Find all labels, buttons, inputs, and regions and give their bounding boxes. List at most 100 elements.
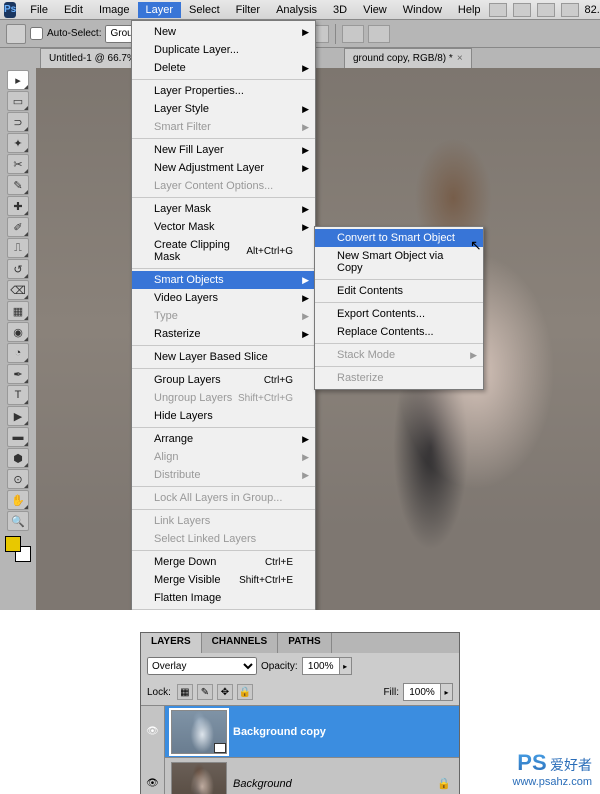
opt-icon[interactable] — [368, 25, 390, 43]
menu-item[interactable]: Layer Mask▶ — [132, 200, 315, 218]
menu-item[interactable]: Vector Mask▶ — [132, 218, 315, 236]
menu-item[interactable]: Layer Properties... — [132, 82, 315, 100]
menu-item[interactable]: Convert to Smart Object — [315, 229, 483, 247]
lock-label: Lock: — [147, 687, 171, 698]
menu-3d[interactable]: 3D — [325, 2, 355, 18]
menu-filter[interactable]: Filter — [228, 2, 268, 18]
path-select-tool[interactable]: ▶ — [7, 406, 29, 426]
menu-edit[interactable]: Edit — [56, 2, 91, 18]
launch-bridge-icon[interactable] — [489, 3, 507, 17]
blur-tool[interactable]: ◉ — [7, 322, 29, 342]
tab-layers[interactable]: LAYERS — [141, 633, 202, 653]
lock-position-icon[interactable]: ✥ — [217, 684, 233, 700]
menu-help[interactable]: Help — [450, 2, 489, 18]
menu-item[interactable]: New▶ — [132, 23, 315, 41]
eraser-tool[interactable]: ⌫ — [7, 280, 29, 300]
menu-select[interactable]: Select — [181, 2, 228, 18]
opacity-field[interactable]: ▸ — [302, 657, 352, 675]
menu-item[interactable]: Smart Objects▶ — [132, 271, 315, 289]
menu-file[interactable]: File — [22, 2, 56, 18]
chevron-right-icon[interactable]: ▸ — [440, 684, 452, 700]
tab-channels[interactable]: CHANNELS — [202, 633, 279, 653]
foreground-swatch[interactable] — [5, 536, 21, 552]
history-brush-tool[interactable]: ↺ — [7, 259, 29, 279]
color-swatches[interactable] — [5, 536, 31, 562]
marquee-tool[interactable]: ▭ — [7, 91, 29, 111]
layer-row[interactable]: 👁 Background copy — [141, 705, 459, 757]
chevron-right-icon[interactable]: ▸ — [339, 658, 351, 674]
active-tool-icon[interactable] — [6, 24, 26, 44]
lock-all-icon[interactable]: 🔒 — [237, 684, 253, 700]
screen-mode-icon[interactable] — [561, 3, 579, 17]
menu-item[interactable]: Rasterize▶ — [132, 325, 315, 343]
menu-layer[interactable]: Layer — [138, 2, 182, 18]
arrange-docs-icon[interactable] — [537, 3, 555, 17]
lock-pixels-icon[interactable]: ✎ — [197, 684, 213, 700]
menu-item[interactable]: Merge DownCtrl+E — [132, 553, 315, 571]
menu-item[interactable]: Edit Contents — [315, 282, 483, 300]
opacity-input[interactable] — [303, 661, 339, 672]
move-tool[interactable]: ▸ — [7, 70, 29, 90]
menu-view[interactable]: View — [355, 2, 395, 18]
menu-item[interactable]: Replace Contents... — [315, 323, 483, 341]
layer-name[interactable]: Background — [233, 778, 292, 790]
menu-item[interactable]: Group LayersCtrl+G — [132, 371, 315, 389]
menu-item[interactable]: New Fill Layer▶ — [132, 141, 315, 159]
close-icon[interactable]: × — [457, 53, 463, 64]
zoom-tool[interactable]: 🔍 — [7, 511, 29, 531]
tab-paths[interactable]: PATHS — [278, 633, 331, 653]
type-tool[interactable]: T — [7, 385, 29, 405]
menu-item[interactable]: Hide Layers — [132, 407, 315, 425]
layer-menu-dropdown: New▶Duplicate Layer...Delete▶ Layer Prope… — [131, 20, 316, 610]
menu-item: Rasterize — [315, 369, 483, 387]
healing-tool[interactable]: ✚ — [7, 196, 29, 216]
crop-tool[interactable]: ✂ — [7, 154, 29, 174]
menu-item[interactable]: New Adjustment Layer▶ — [132, 159, 315, 177]
quick-select-tool[interactable]: ✦ — [7, 133, 29, 153]
menu-item: Distribute▶ — [132, 466, 315, 484]
gradient-tool[interactable]: ▦ — [7, 301, 29, 321]
app-icon: Ps — [4, 2, 16, 18]
lock-transparent-icon[interactable]: ▦ — [177, 684, 193, 700]
menu-item[interactable]: New Layer Based Slice — [132, 348, 315, 366]
menu-analysis[interactable]: Analysis — [268, 2, 325, 18]
layer-name[interactable]: Background copy — [233, 726, 326, 738]
3d-camera-tool[interactable]: ⊙ — [7, 469, 29, 489]
fill-field[interactable]: ▸ — [403, 683, 453, 701]
menu-item[interactable]: New Smart Object via Copy — [315, 247, 483, 277]
doc-tab[interactable]: ground copy, RGB/8) *× — [344, 48, 472, 68]
layer-row[interactable]: 👁 Background 🔒 — [141, 757, 459, 794]
menu-item[interactable]: Flatten Image — [132, 589, 315, 607]
auto-select-checkbox[interactable] — [30, 27, 43, 40]
lasso-tool[interactable]: ⊃ — [7, 112, 29, 132]
opt-icon[interactable] — [342, 25, 364, 43]
dodge-tool[interactable]: ◔ — [7, 343, 29, 363]
menu-item[interactable]: Delete▶ — [132, 59, 315, 77]
zoom-value[interactable]: 82.9 % — [585, 4, 600, 16]
menu-item[interactable]: Arrange▶ — [132, 430, 315, 448]
fill-input[interactable] — [404, 687, 440, 698]
menu-bar: Ps File Edit Image Layer Select Filter A… — [0, 0, 600, 20]
menu-item[interactable]: Export Contents... — [315, 305, 483, 323]
pen-tool[interactable]: ✒ — [7, 364, 29, 384]
menu-item[interactable]: Duplicate Layer... — [132, 41, 315, 59]
layer-thumbnail[interactable] — [171, 710, 227, 754]
shape-tool[interactable]: ▬ — [7, 427, 29, 447]
menu-item[interactable]: Layer Style▶ — [132, 100, 315, 118]
eyedropper-tool[interactable]: ✎ — [7, 175, 29, 195]
visibility-icon[interactable]: 👁 — [141, 758, 165, 794]
stamp-tool[interactable]: ⎍ — [7, 238, 29, 258]
menu-item[interactable]: Merge VisibleShift+Ctrl+E — [132, 571, 315, 589]
layer-thumbnail[interactable] — [171, 762, 227, 794]
menu-image[interactable]: Image — [91, 2, 138, 18]
brush-tool[interactable]: ✐ — [7, 217, 29, 237]
blend-mode-dropdown[interactable]: Overlay — [147, 657, 257, 675]
menu-window[interactable]: Window — [395, 2, 450, 18]
view-extras-icon[interactable] — [513, 3, 531, 17]
hand-tool[interactable]: ✋ — [7, 490, 29, 510]
3d-tool[interactable]: ⬢ — [7, 448, 29, 468]
menu-item[interactable]: Video Layers▶ — [132, 289, 315, 307]
menu-item[interactable]: Create Clipping MaskAlt+Ctrl+G — [132, 236, 315, 266]
photoshop-window: Ps File Edit Image Layer Select Filter A… — [0, 0, 600, 610]
visibility-icon[interactable]: 👁 — [141, 706, 165, 758]
